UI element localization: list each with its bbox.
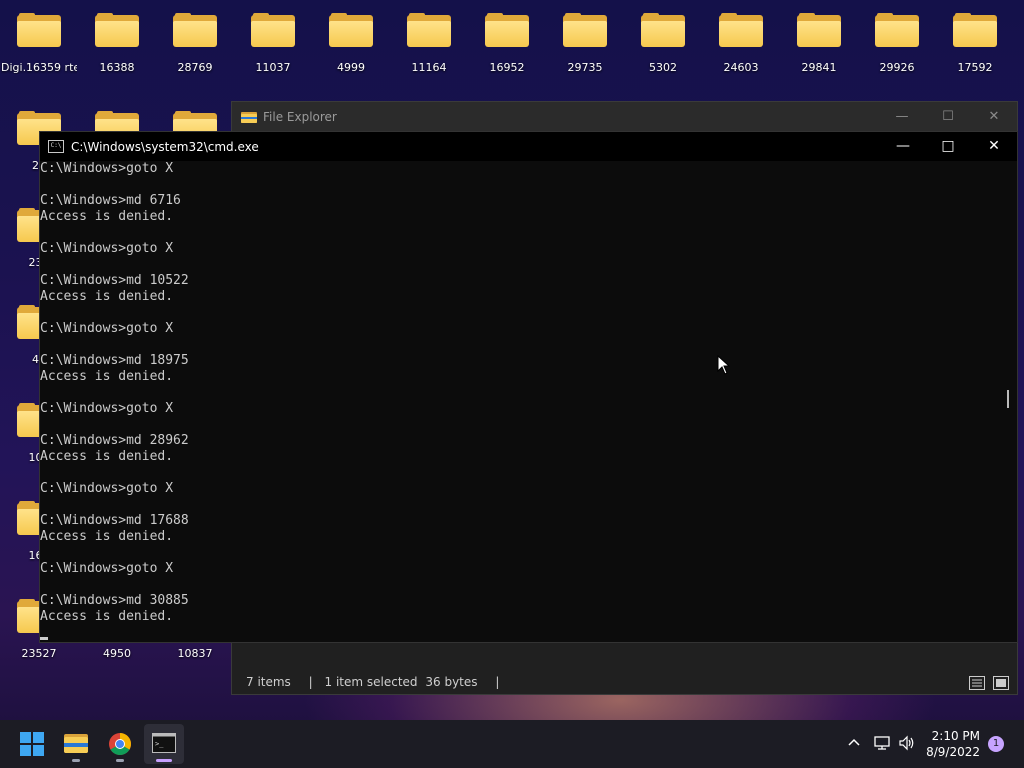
desktop-icon-label: 4950 xyxy=(103,647,131,660)
mouse-pointer-icon xyxy=(717,354,731,379)
folder-icon xyxy=(719,13,763,47)
desktop-icon-label: 23527 xyxy=(21,647,57,660)
text-cursor xyxy=(40,637,48,640)
cmd-console[interactable]: C:\Windows>goto X C:\Windows>md 6716 Acc… xyxy=(40,161,1000,642)
cmd-titlebar[interactable]: C:\ C:\Windows\system32\cmd.exe — □ ✕ xyxy=(40,132,1017,161)
taskbar: >_ 2:10 PM 8/9/2022 1 xyxy=(0,720,1024,768)
status-separator: | xyxy=(495,675,500,689)
cmd-close-button[interactable]: ✕ xyxy=(971,132,1017,161)
cmd-icon: C:\ xyxy=(48,140,64,153)
desktop-icon-label: 11164 xyxy=(411,61,447,74)
desktop-icon-label: 29841 xyxy=(801,61,837,74)
folder-icon xyxy=(241,111,257,123)
active-indicator xyxy=(156,759,172,762)
volume-icon[interactable] xyxy=(898,734,916,755)
explorer-title: File Explorer xyxy=(263,110,337,124)
cmd-output: C:\Windows>goto X C:\Windows>md 6716 Acc… xyxy=(40,161,189,624)
status-separator: | xyxy=(308,675,313,689)
folder-icon xyxy=(173,13,217,47)
desktop-icon[interactable]: 29841 xyxy=(781,13,857,83)
clock-date: 8/9/2022 xyxy=(926,745,980,759)
large-icons-view-icon[interactable] xyxy=(993,674,1009,698)
cmd-maximize-button[interactable]: □ xyxy=(925,132,971,161)
taskbar-chrome-button[interactable] xyxy=(100,724,140,764)
desktop-icon[interactable]: 28769 xyxy=(157,13,233,83)
terminal-icon: >_ xyxy=(152,733,176,753)
desktop-icon-label: 17592 xyxy=(957,61,993,74)
desktop-icon[interactable]: 29735 xyxy=(547,13,623,83)
desktop-icon-label: 16952 xyxy=(489,61,525,74)
chrome-icon xyxy=(109,733,131,755)
desktop-icon[interactable]: 16388 xyxy=(79,13,155,83)
cmd-scrollbar[interactable] xyxy=(1000,161,1017,642)
system-clock[interactable]: 2:10 PM 8/9/2022 xyxy=(926,728,980,760)
windows-logo-icon xyxy=(20,732,44,756)
explorer-titlebar[interactable]: File Explorer — ☐ ✕ xyxy=(232,102,1017,132)
desktop-icon[interactable]: 11164 xyxy=(391,13,467,83)
start-button[interactable] xyxy=(12,724,52,764)
desktop-icon-label: 10837 xyxy=(177,647,213,660)
status-size: 36 bytes xyxy=(425,675,478,689)
desktop-icon-label: 11037 xyxy=(255,61,291,74)
status-item-count: 7 items xyxy=(246,675,291,689)
clock-time: 2:10 PM xyxy=(931,729,980,743)
cmd-minimize-button[interactable]: — xyxy=(880,132,926,161)
folder-icon xyxy=(875,13,919,47)
desktop-icon[interactable]: 4999 xyxy=(313,13,389,83)
explorer-maximize-button[interactable]: ☐ xyxy=(925,102,971,132)
explorer-statusbar: 7 items | 1 item selected 36 bytes | xyxy=(232,670,1017,694)
network-icon[interactable] xyxy=(873,734,891,755)
status-selected: 1 item selected xyxy=(324,675,418,689)
show-hidden-icons-chevron-icon[interactable] xyxy=(846,734,862,753)
folder-icon xyxy=(329,13,373,47)
folder-icon xyxy=(485,13,529,47)
folder-icon xyxy=(797,13,841,47)
folder-icon xyxy=(251,13,295,47)
desktop-icon[interactable]: 17592 xyxy=(937,13,1013,83)
taskbar-cmd-button[interactable]: >_ xyxy=(144,724,184,764)
desktop-icon[interactable]: 29926 xyxy=(859,13,935,83)
folder-icon xyxy=(953,13,997,47)
folder-icon xyxy=(641,13,685,47)
notification-badge[interactable]: 1 xyxy=(988,736,1004,752)
details-view-icon[interactable] xyxy=(969,674,985,698)
explorer-minimize-button[interactable]: — xyxy=(879,102,925,132)
desktop-icon-label: 29735 xyxy=(567,61,603,74)
running-indicator xyxy=(72,759,80,762)
desktop-icon-label: 29926 xyxy=(879,61,915,74)
desktop-icon-label: 24603 xyxy=(723,61,759,74)
file-explorer-icon xyxy=(64,734,88,753)
desktop-icon[interactable]: 24603 xyxy=(703,13,779,83)
folder-icon xyxy=(17,13,61,47)
folder-icon xyxy=(95,13,139,47)
running-indicator xyxy=(116,759,124,762)
desktop-icon-label: 4999 xyxy=(337,61,365,74)
folder-icon xyxy=(407,13,451,47)
desktop-icon[interactable]: 11037 xyxy=(235,13,311,83)
desktop-icon[interactable]: 5302 xyxy=(625,13,701,83)
desktop-icon-label: 28769 xyxy=(177,61,213,74)
desktop-icon[interactable]: 16952 xyxy=(469,13,545,83)
scrollbar-thumb[interactable] xyxy=(1007,390,1009,408)
desktop-icon-label: Digi.16359 rter xyxy=(1,61,77,74)
taskbar-file-explorer-button[interactable] xyxy=(56,724,96,764)
folder-icon xyxy=(563,13,607,47)
cmd-title: C:\Windows\system32\cmd.exe xyxy=(71,139,259,154)
desktop-icon-label: 16388 xyxy=(99,61,135,74)
cmd-window[interactable]: C:\ C:\Windows\system32\cmd.exe — □ ✕ C:… xyxy=(39,131,1018,643)
desktop-icon-label: 5302 xyxy=(649,61,677,74)
desktop-icon[interactable]: Digi.16359 rter xyxy=(1,13,77,83)
explorer-close-button[interactable]: ✕ xyxy=(971,102,1017,132)
svg-text:>_: >_ xyxy=(155,740,164,748)
